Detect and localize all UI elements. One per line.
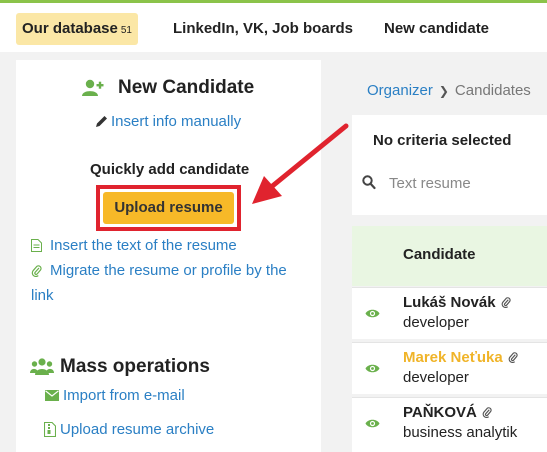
paperclip-icon xyxy=(501,297,511,309)
breadcrumb-organizer-link[interactable]: Organizer xyxy=(367,82,433,99)
table-row[interactable]: Marek Neťuka developer xyxy=(352,342,547,394)
upload-archive-label: Upload resume archive xyxy=(60,421,215,438)
add-user-icon xyxy=(82,79,104,96)
count-badge: 51 xyxy=(120,25,132,36)
chevron-right-icon: ❯ xyxy=(438,84,449,98)
import-email-link[interactable]: Import from e-mail xyxy=(45,387,185,404)
table-row[interactable]: PAŇKOVÁ business analytik xyxy=(352,397,547,452)
insert-resume-text-label: Insert the text of the resume xyxy=(50,237,237,254)
text-resume-search-input[interactable]: Text resume xyxy=(389,175,471,192)
table-row[interactable]: Lukáš Novák developer xyxy=(352,287,547,339)
paperclip-icon xyxy=(31,265,42,278)
candidate-name[interactable]: Lukáš Novák xyxy=(403,294,511,311)
new-candidate-heading: New Candidate xyxy=(82,76,254,100)
candidate-role: developer xyxy=(403,314,469,331)
insert-manually-link[interactable]: Insert info manually xyxy=(95,113,241,130)
eye-icon[interactable] xyxy=(365,418,380,429)
mass-operations-heading: Mass operations xyxy=(30,356,210,378)
breadcrumb: Organizer ❯ Candidates xyxy=(367,82,531,99)
migrate-resume-link[interactable]: Migrate the resume or profile by the lin… xyxy=(31,258,301,308)
tab-linkedin-job-boards[interactable]: LinkedIn, VK, Job boards xyxy=(173,13,353,45)
envelope-icon xyxy=(45,390,59,401)
eye-icon[interactable] xyxy=(365,308,380,319)
paperclip-icon xyxy=(508,352,518,364)
import-email-label: Import from e-mail xyxy=(63,387,185,404)
users-group-icon xyxy=(30,358,54,375)
candidate-role: developer xyxy=(403,369,469,386)
tab-label: Our database xyxy=(22,20,118,37)
pencil-icon xyxy=(96,116,107,127)
candidate-name[interactable]: PAŇKOVÁ xyxy=(403,404,492,421)
archive-file-icon xyxy=(44,422,56,437)
mass-operations-title: Mass operations xyxy=(60,356,210,377)
insert-manually-label: Insert info manually xyxy=(111,113,242,130)
eye-icon[interactable] xyxy=(365,363,380,374)
migrate-resume-label: Migrate the resume or profile by the lin… xyxy=(31,262,287,304)
top-nav: Our database 51 LinkedIn, VK, Job boards … xyxy=(0,0,547,52)
search-icon xyxy=(362,175,376,190)
highlight-frame xyxy=(96,185,241,231)
tab-our-database[interactable]: Our database 51 xyxy=(16,13,138,45)
candidate-name-text: Marek Neťuka xyxy=(403,349,503,366)
document-icon xyxy=(31,239,42,252)
breadcrumb-current: Candidates xyxy=(454,82,531,99)
candidate-name-text: Lukáš Novák xyxy=(403,294,496,311)
criteria-status: No criteria selected xyxy=(373,132,512,149)
candidate-name[interactable]: Marek Neťuka xyxy=(403,349,518,366)
candidate-name-text: PAŇKOVÁ xyxy=(403,404,477,421)
tab-new-candidate[interactable]: New candidate xyxy=(384,13,489,45)
upload-archive-link[interactable]: Upload resume archive xyxy=(44,421,214,438)
new-candidate-title: New Candidate xyxy=(118,77,255,98)
insert-resume-text-link[interactable]: Insert the text of the resume xyxy=(31,233,237,258)
candidate-role: business analytik xyxy=(403,424,518,441)
quick-add-label: Quickly add candidate xyxy=(90,161,250,178)
column-header-candidate[interactable]: Candidate xyxy=(403,246,476,263)
paperclip-icon xyxy=(482,407,492,419)
annotation-arrow xyxy=(252,123,349,204)
filter-panel xyxy=(352,115,547,215)
